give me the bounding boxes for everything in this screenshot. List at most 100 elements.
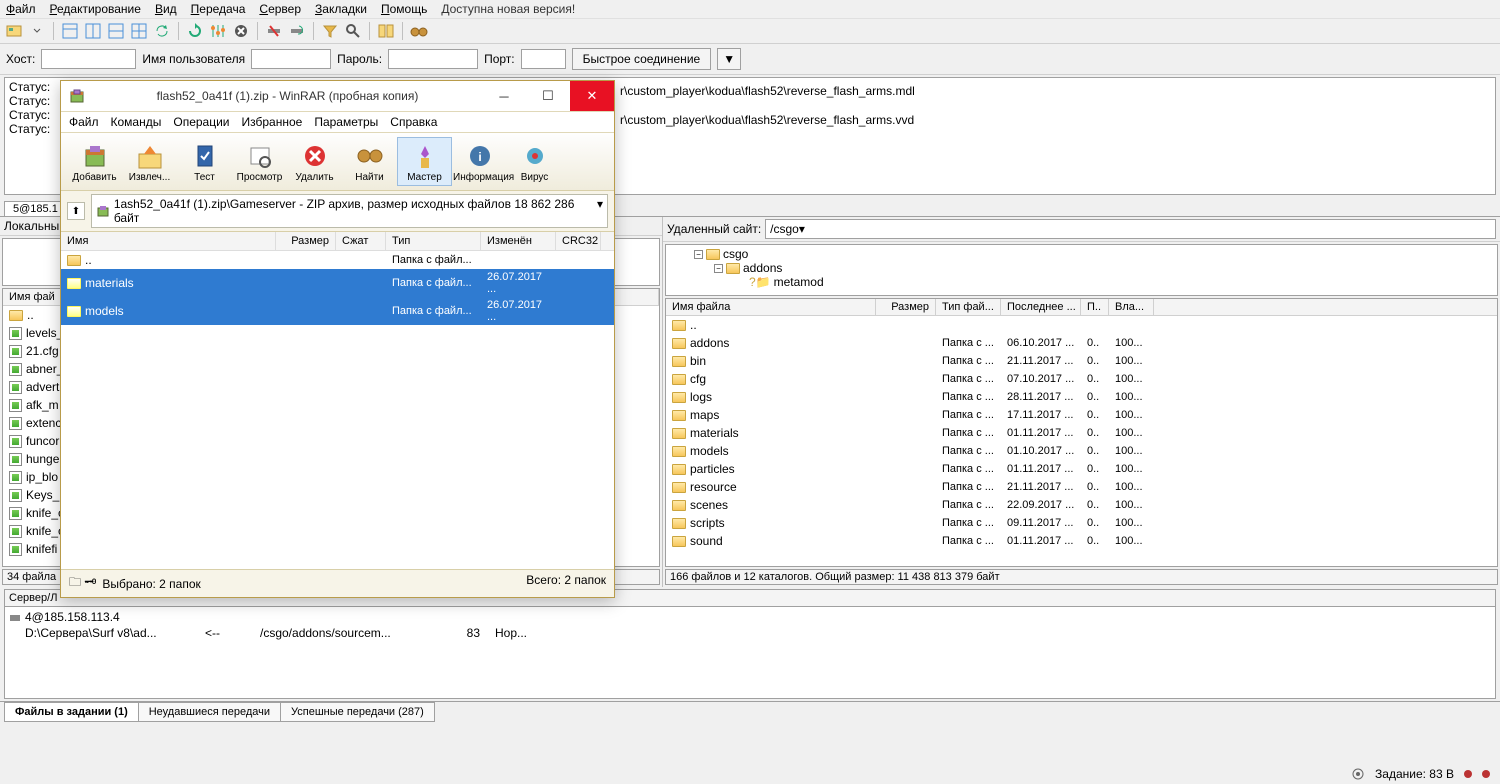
wtb-info[interactable]: iИнформация <box>452 137 507 186</box>
folder-icon <box>672 374 686 385</box>
connection-tab[interactable]: 5@185.1 <box>4 201 67 216</box>
folder-icon <box>672 338 686 349</box>
list-item[interactable]: .. <box>666 316 1497 334</box>
wmenu-tools[interactable]: Операции <box>173 115 229 129</box>
menu-server[interactable]: Сервер <box>259 2 301 16</box>
search-icon[interactable] <box>343 21 363 41</box>
layout4-icon[interactable] <box>129 21 149 41</box>
pass-input[interactable] <box>388 49 478 69</box>
queue-list[interactable]: 4@185.158.113.4 D:\Сервера\Surf v8\ad...… <box>4 607 1496 699</box>
list-item[interactable]: logsПапка с ...28.11.2017 ...0..100... <box>666 388 1497 406</box>
quickconnect-dropdown[interactable]: ▼ <box>717 48 741 70</box>
remote-tree[interactable]: −csgo −addons ?📁metamod <box>665 244 1498 296</box>
winrar-titlebar[interactable]: flash52_0a41f (1).zip - WinRAR (пробная … <box>61 81 614 111</box>
folder-icon <box>67 278 81 289</box>
list-item[interactable]: materialsПапка с ...01.11.2017 ...0..100… <box>666 424 1497 442</box>
filter-icon[interactable] <box>320 21 340 41</box>
folder-icon <box>672 428 686 439</box>
wmenu-fav[interactable]: Избранное <box>242 115 303 129</box>
tab-success[interactable]: Успешные передачи (287) <box>280 702 435 722</box>
layout3-icon[interactable] <box>106 21 126 41</box>
tree-collapse-icon[interactable]: − <box>694 250 703 259</box>
file-icon <box>9 489 22 502</box>
reconnect-icon[interactable] <box>287 21 307 41</box>
winrar-path-combo[interactable]: 1ash52_0a41f (1).zip\Gameserver - ZIP ар… <box>91 194 608 228</box>
list-item[interactable]: modelsПапка с файл...26.07.2017 ... <box>61 297 614 325</box>
queue-server-row[interactable]: 4@185.158.113.4 <box>9 609 1491 625</box>
list-item[interactable]: soundПапка с ...01.11.2017 ...0..100... <box>666 532 1497 550</box>
list-item[interactable]: mapsПапка с ...17.11.2017 ...0..100... <box>666 406 1497 424</box>
menu-transfer[interactable]: Передача <box>191 2 246 16</box>
wtb-find[interactable]: Найти <box>342 137 397 186</box>
list-item[interactable]: binПапка с ...21.11.2017 ...0..100... <box>666 352 1497 370</box>
tab-queued[interactable]: Файлы в задании (1) <box>4 702 139 722</box>
wtb-view[interactable]: Просмотр <box>232 137 287 186</box>
menu-help[interactable]: Помощь <box>381 2 427 16</box>
list-item[interactable]: scriptsПапка с ...09.11.2017 ...0..100..… <box>666 514 1497 532</box>
wmenu-help[interactable]: Справка <box>390 115 437 129</box>
sitemanager-icon[interactable] <box>4 21 24 41</box>
winrar-menubar: Файл Команды Операции Избранное Параметр… <box>61 111 614 133</box>
file-icon <box>9 417 22 430</box>
up-button[interactable]: ⬆ <box>67 202 85 220</box>
port-input[interactable] <box>521 49 566 69</box>
disconnect-icon[interactable] <box>264 21 284 41</box>
file-icon <box>9 543 22 556</box>
wtb-wizard[interactable]: Мастер <box>397 137 452 186</box>
wtb-delete[interactable]: Удалить <box>287 137 342 186</box>
compare-icon[interactable] <box>376 21 396 41</box>
binoculars-icon[interactable] <box>409 21 429 41</box>
quickconnect-button[interactable]: Быстрое соединение <box>572 48 712 70</box>
sync-icon[interactable] <box>152 21 172 41</box>
wizard-icon <box>398 140 451 172</box>
user-input[interactable] <box>251 49 331 69</box>
file-icon <box>9 363 22 376</box>
folder-icon <box>67 306 81 317</box>
wtb-add[interactable]: Добавить <box>67 137 122 186</box>
wmenu-file[interactable]: Файл <box>69 115 99 129</box>
tree-collapse-icon[interactable]: − <box>714 264 723 273</box>
folder-icon <box>672 356 686 367</box>
queue-tabs: Файлы в задании (1) Неудавшиеся передачи… <box>0 701 1500 722</box>
layout2-icon[interactable] <box>83 21 103 41</box>
wtb-test[interactable]: Тест <box>177 137 232 186</box>
wmenu-options[interactable]: Параметры <box>314 115 378 129</box>
list-item[interactable]: ..Папка с файл... <box>61 251 614 269</box>
list-item[interactable]: scenesПапка с ...22.09.2017 ...0..100... <box>666 496 1497 514</box>
statusbar: Задание: 83 В <box>1341 764 1500 784</box>
winrar-list-header: Имя Размер Сжат Тип Изменён CRC32 <box>61 232 614 251</box>
layout1-icon[interactable] <box>60 21 80 41</box>
remote-filelist[interactable]: Имя файла Размер Тип фай... Последнее ..… <box>665 298 1498 567</box>
dropdown-icon[interactable] <box>27 21 47 41</box>
list-item[interactable]: materialsПапка с файл...26.07.2017 ... <box>61 269 614 297</box>
queue-item-row[interactable]: D:\Сервера\Surf v8\ad... <-- /csgo/addon… <box>9 625 1491 641</box>
process-icon[interactable] <box>208 21 228 41</box>
close-button[interactable]: ✕ <box>570 81 614 111</box>
list-item[interactable]: particlesПапка с ...01.11.2017 ...0..100… <box>666 460 1497 478</box>
extract-icon <box>123 140 176 172</box>
list-item[interactable]: cfgПапка с ...07.10.2017 ...0..100... <box>666 370 1497 388</box>
cancel-icon[interactable] <box>231 21 251 41</box>
wmenu-commands[interactable]: Команды <box>111 115 162 129</box>
refresh-icon[interactable] <box>185 21 205 41</box>
menu-file[interactable]: Файл <box>6 2 36 16</box>
remote-path-combo[interactable]: /csgo▾ <box>765 219 1496 239</box>
folder-icon <box>672 320 686 331</box>
wtb-virus[interactable]: Вирус <box>507 137 562 186</box>
menu-bookmarks[interactable]: Закладки <box>315 2 367 16</box>
folder-icon <box>726 263 740 274</box>
list-item[interactable]: resourceПапка с ...21.11.2017 ...0..100.… <box>666 478 1497 496</box>
host-input[interactable] <box>41 49 136 69</box>
menu-update[interactable]: Доступна новая версия! <box>441 2 575 16</box>
maximize-button[interactable]: ☐ <box>526 81 570 111</box>
menu-view[interactable]: Вид <box>155 2 177 16</box>
question-folder-icon: ?📁 <box>749 275 771 289</box>
minimize-button[interactable]: ─ <box>482 81 526 111</box>
tab-failed[interactable]: Неудавшиеся передачи <box>138 702 281 722</box>
list-item[interactable]: addonsПапка с ...06.10.2017 ...0..100... <box>666 334 1497 352</box>
list-item[interactable]: modelsПапка с ...01.10.2017 ...0..100... <box>666 442 1497 460</box>
wtb-extract[interactable]: Извлеч... <box>122 137 177 186</box>
menu-edit[interactable]: Редактирование <box>50 2 141 16</box>
gear-icon[interactable] <box>1351 767 1365 781</box>
winrar-filelist[interactable]: Имя Размер Сжат Тип Изменён CRC32 ..Папк… <box>61 232 614 569</box>
